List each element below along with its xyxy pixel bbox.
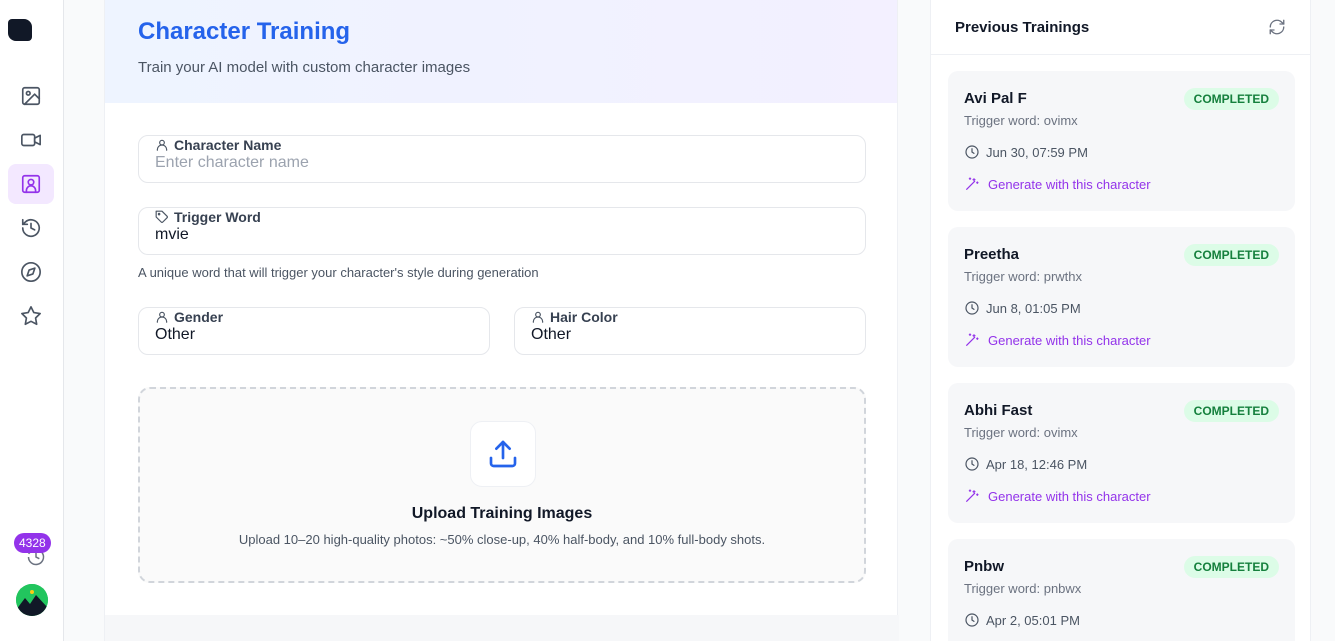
training-trigger: Trigger word: prwthx [964,269,1082,284]
generate-with-character-link[interactable]: Generate with this character [964,176,1151,192]
gender-field[interactable]: Gender Other [138,307,490,355]
training-date-text: Apr 2, 05:01 PM [986,612,1080,628]
status-badge: COMPLETED [1183,556,1279,578]
training-trigger: Trigger word: ovimx [964,113,1078,128]
sidebar: 4328 [0,0,64,641]
character-name-input[interactable]: Enter character name [155,154,309,172]
status-badge: COMPLETED [1183,244,1279,266]
nav-images[interactable] [8,76,54,116]
clock-icon [965,301,979,315]
user-avatar[interactable] [16,584,48,616]
training-name: Preetha [964,246,1020,263]
previous-trainings-panel: Previous Trainings Avi Pal F COMPLETED T… [930,0,1311,641]
trigger-word-hint: A unique word that will trigger your cha… [138,265,539,280]
training-card[interactable]: Avi Pal F COMPLETED Trigger word: ovimx … [948,71,1295,211]
nav-character[interactable] [8,164,54,204]
page-subtitle: Train your AI model with custom characte… [138,59,471,76]
image-icon [21,86,41,106]
compass-icon [21,262,41,282]
trigger-word-input[interactable]: mvie [155,226,189,244]
trigger-word-label: Trigger Word [155,209,261,225]
upload-icon [489,440,517,468]
training-card[interactable]: Abhi Fast COMPLETED Trigger word: ovimx … [948,383,1295,523]
training-date: Jun 8, 01:05 PM [964,300,1081,316]
page-title: Character Training [138,18,351,45]
generate-link-text: Generate with this character [988,488,1151,504]
tag-icon [155,210,168,223]
hair-color-select[interactable]: Other [531,326,571,344]
page-header: Character Training Train your AI model w… [105,0,897,103]
user-icon [532,311,544,323]
hair-color-label-text: Hair Color [550,309,618,325]
upload-description: Upload 10–20 high-quality photos: ~50% c… [238,532,766,547]
training-date-text: Jun 8, 01:05 PM [986,300,1081,316]
credits[interactable]: 4328 [14,533,54,567]
previous-trainings-title: Previous Trainings [955,18,1090,36]
training-date: Apr 2, 05:01 PM [964,612,1080,628]
trigger-word-field[interactable]: Trigger Word mvie [138,207,866,255]
hair-color-field[interactable]: Hair Color Other [514,307,866,355]
upload-title: Upload Training Images [411,505,593,522]
refresh-icon[interactable] [1268,18,1286,36]
user-icon [156,139,168,151]
training-date: Jun 30, 07:59 PM [964,144,1088,160]
training-name: Avi Pal F [964,90,1027,107]
training-card[interactable]: Pnbw COMPLETED Trigger word: pnbwx Apr 2… [948,539,1295,641]
history-icon [21,218,41,238]
nav-explore[interactable] [8,252,54,292]
avatar-image [16,584,48,616]
training-name: Pnbw [964,558,1004,575]
star-icon [21,306,41,326]
video-icon [21,133,41,147]
generate-with-character-link[interactable]: Generate with this character [964,488,1151,504]
previous-trainings-header: Previous Trainings [931,0,1310,55]
training-trigger: Trigger word: ovimx [964,425,1078,440]
character-name-label: Character Name [155,137,281,153]
upload-button[interactable] [470,421,536,487]
form-footer [105,615,899,641]
credits-badge: 4328 [14,533,51,553]
generate-with-character-link[interactable]: Generate with this character [964,332,1151,348]
nav-history[interactable] [8,208,54,248]
nav-video[interactable] [8,120,54,160]
character-icon [21,174,41,194]
clock-icon [965,145,979,159]
training-form-card: Character Training Train your AI model w… [104,0,899,641]
generate-link-text: Generate with this character [988,176,1151,192]
training-name: Abhi Fast [964,402,1033,419]
generate-link-text: Generate with this character [988,332,1151,348]
gender-label-text: Gender [174,309,224,325]
character-name-label-text: Character Name [174,137,282,153]
training-trigger: Trigger word: pnbwx [964,581,1082,596]
upload-dropzone[interactable]: Upload Training Images Upload 10–20 high… [138,387,866,583]
app-logo[interactable] [8,19,32,41]
training-card[interactable]: Preetha COMPLETED Trigger word: prwthx J… [948,227,1295,367]
magic-wand-icon [966,333,979,346]
status-badge: COMPLETED [1183,88,1279,110]
gender-select[interactable]: Other [155,326,195,344]
training-date: Apr 18, 12:46 PM [964,456,1087,472]
hair-color-label: Hair Color [531,309,618,325]
magic-wand-icon [966,177,979,190]
magic-wand-icon [966,489,979,502]
training-date-text: Apr 18, 12:46 PM [986,456,1088,472]
clock-icon [965,613,979,627]
clock-icon [965,457,979,471]
training-date-text: Jun 30, 07:59 PM [986,144,1088,160]
status-badge: COMPLETED [1183,400,1279,422]
nav-favorites[interactable] [8,296,54,336]
trigger-word-label-text: Trigger Word [174,209,261,225]
character-name-field[interactable]: Character Name Enter character name [138,135,866,183]
user-icon [156,311,168,323]
gender-label: Gender [155,309,223,325]
